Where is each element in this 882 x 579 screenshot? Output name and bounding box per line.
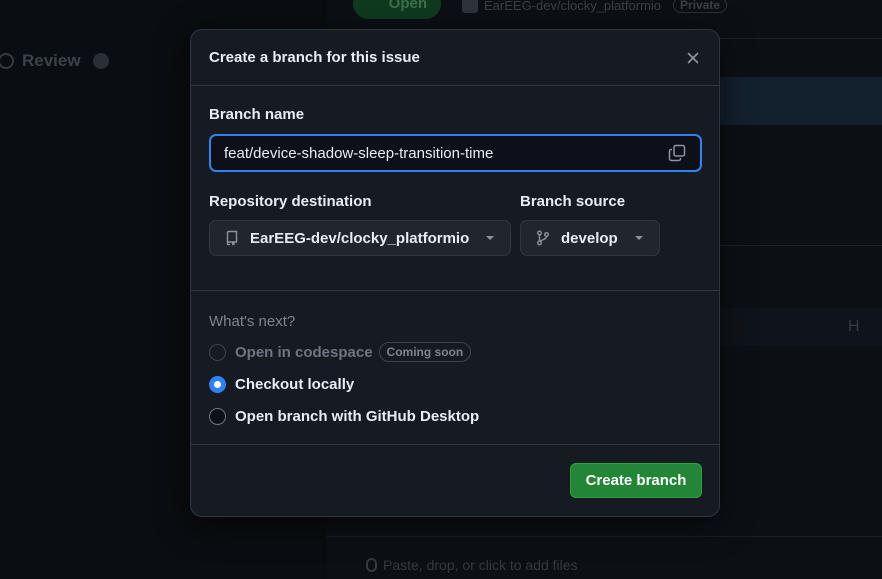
repository-destination-select[interactable]: EarEEG-dev/clocky_platformio bbox=[209, 220, 511, 256]
divider bbox=[191, 290, 719, 291]
git-branch-icon bbox=[537, 230, 549, 246]
codespace-option-label: Open in codespace bbox=[235, 343, 373, 361]
issue-state-badge: Open bbox=[353, 0, 441, 19]
branch-name-field bbox=[209, 134, 702, 172]
background-panel bbox=[720, 77, 882, 125]
copy-icon bbox=[668, 144, 686, 162]
review-heading: Review bbox=[22, 51, 81, 70]
whats-next-label: What's next? bbox=[209, 313, 296, 330]
repository-destination-value: EarEEG-dev/clocky_platformio bbox=[250, 229, 470, 247]
divider bbox=[191, 444, 719, 445]
repo-name: EarEEG-dev/clocky_platformio bbox=[484, 0, 662, 13]
gear-icon bbox=[92, 53, 109, 69]
divider bbox=[327, 536, 882, 537]
branch-name-input[interactable] bbox=[211, 136, 700, 170]
checkout-locally-radio[interactable] bbox=[209, 375, 226, 393]
create-branch-label: Create branch bbox=[585, 472, 687, 489]
option-checkout-locally[interactable]: Checkout locally bbox=[209, 374, 354, 394]
option-open-in-codespace: Open in codespace Coming soon bbox=[209, 342, 472, 362]
create-branch-dialog: Create a branch for this issue Branch na… bbox=[190, 29, 720, 517]
copy-button[interactable] bbox=[668, 144, 688, 164]
repository-destination-label: Repository destination bbox=[209, 193, 372, 210]
private-badge: Private bbox=[673, 0, 728, 13]
checkout-locally-label: Checkout locally bbox=[235, 375, 355, 393]
dialog-header: Create a branch for this issue bbox=[191, 30, 719, 86]
coming-soon-badge: Coming soon bbox=[378, 342, 472, 362]
branch-source-value: develop bbox=[561, 229, 618, 247]
paperclip-icon bbox=[366, 558, 377, 572]
attach-files-label: Paste, drop, or click to add files bbox=[383, 557, 578, 573]
repo-icon bbox=[226, 230, 238, 246]
repo-avatar bbox=[462, 0, 478, 13]
divider bbox=[720, 245, 882, 246]
background-review-section: Review bbox=[0, 50, 109, 72]
status-ring-icon bbox=[0, 53, 14, 69]
dialog-title: Create a branch for this issue bbox=[209, 49, 420, 66]
background-repo-label: EarEEG-dev/clocky_platformio Private bbox=[462, 0, 728, 14]
x-icon bbox=[687, 52, 699, 64]
chevron-down-icon bbox=[486, 236, 494, 240]
issue-state-label: Open bbox=[388, 0, 427, 12]
branch-name-label: Branch name bbox=[209, 106, 305, 123]
github-desktop-label: Open branch with GitHub Desktop bbox=[235, 407, 480, 425]
branch-source-select[interactable]: develop bbox=[520, 220, 660, 256]
option-github-desktop[interactable]: Open branch with GitHub Desktop bbox=[209, 406, 479, 426]
attach-files-hint: Paste, drop, or click to add files bbox=[366, 557, 578, 573]
heading-button: H bbox=[848, 318, 860, 335]
chevron-down-icon bbox=[635, 236, 643, 240]
github-desktop-radio[interactable] bbox=[209, 407, 226, 425]
create-branch-button[interactable]: Create branch bbox=[570, 463, 702, 498]
close-button[interactable] bbox=[683, 48, 703, 68]
branch-source-label: Branch source bbox=[520, 193, 626, 210]
codespace-radio bbox=[209, 343, 226, 361]
